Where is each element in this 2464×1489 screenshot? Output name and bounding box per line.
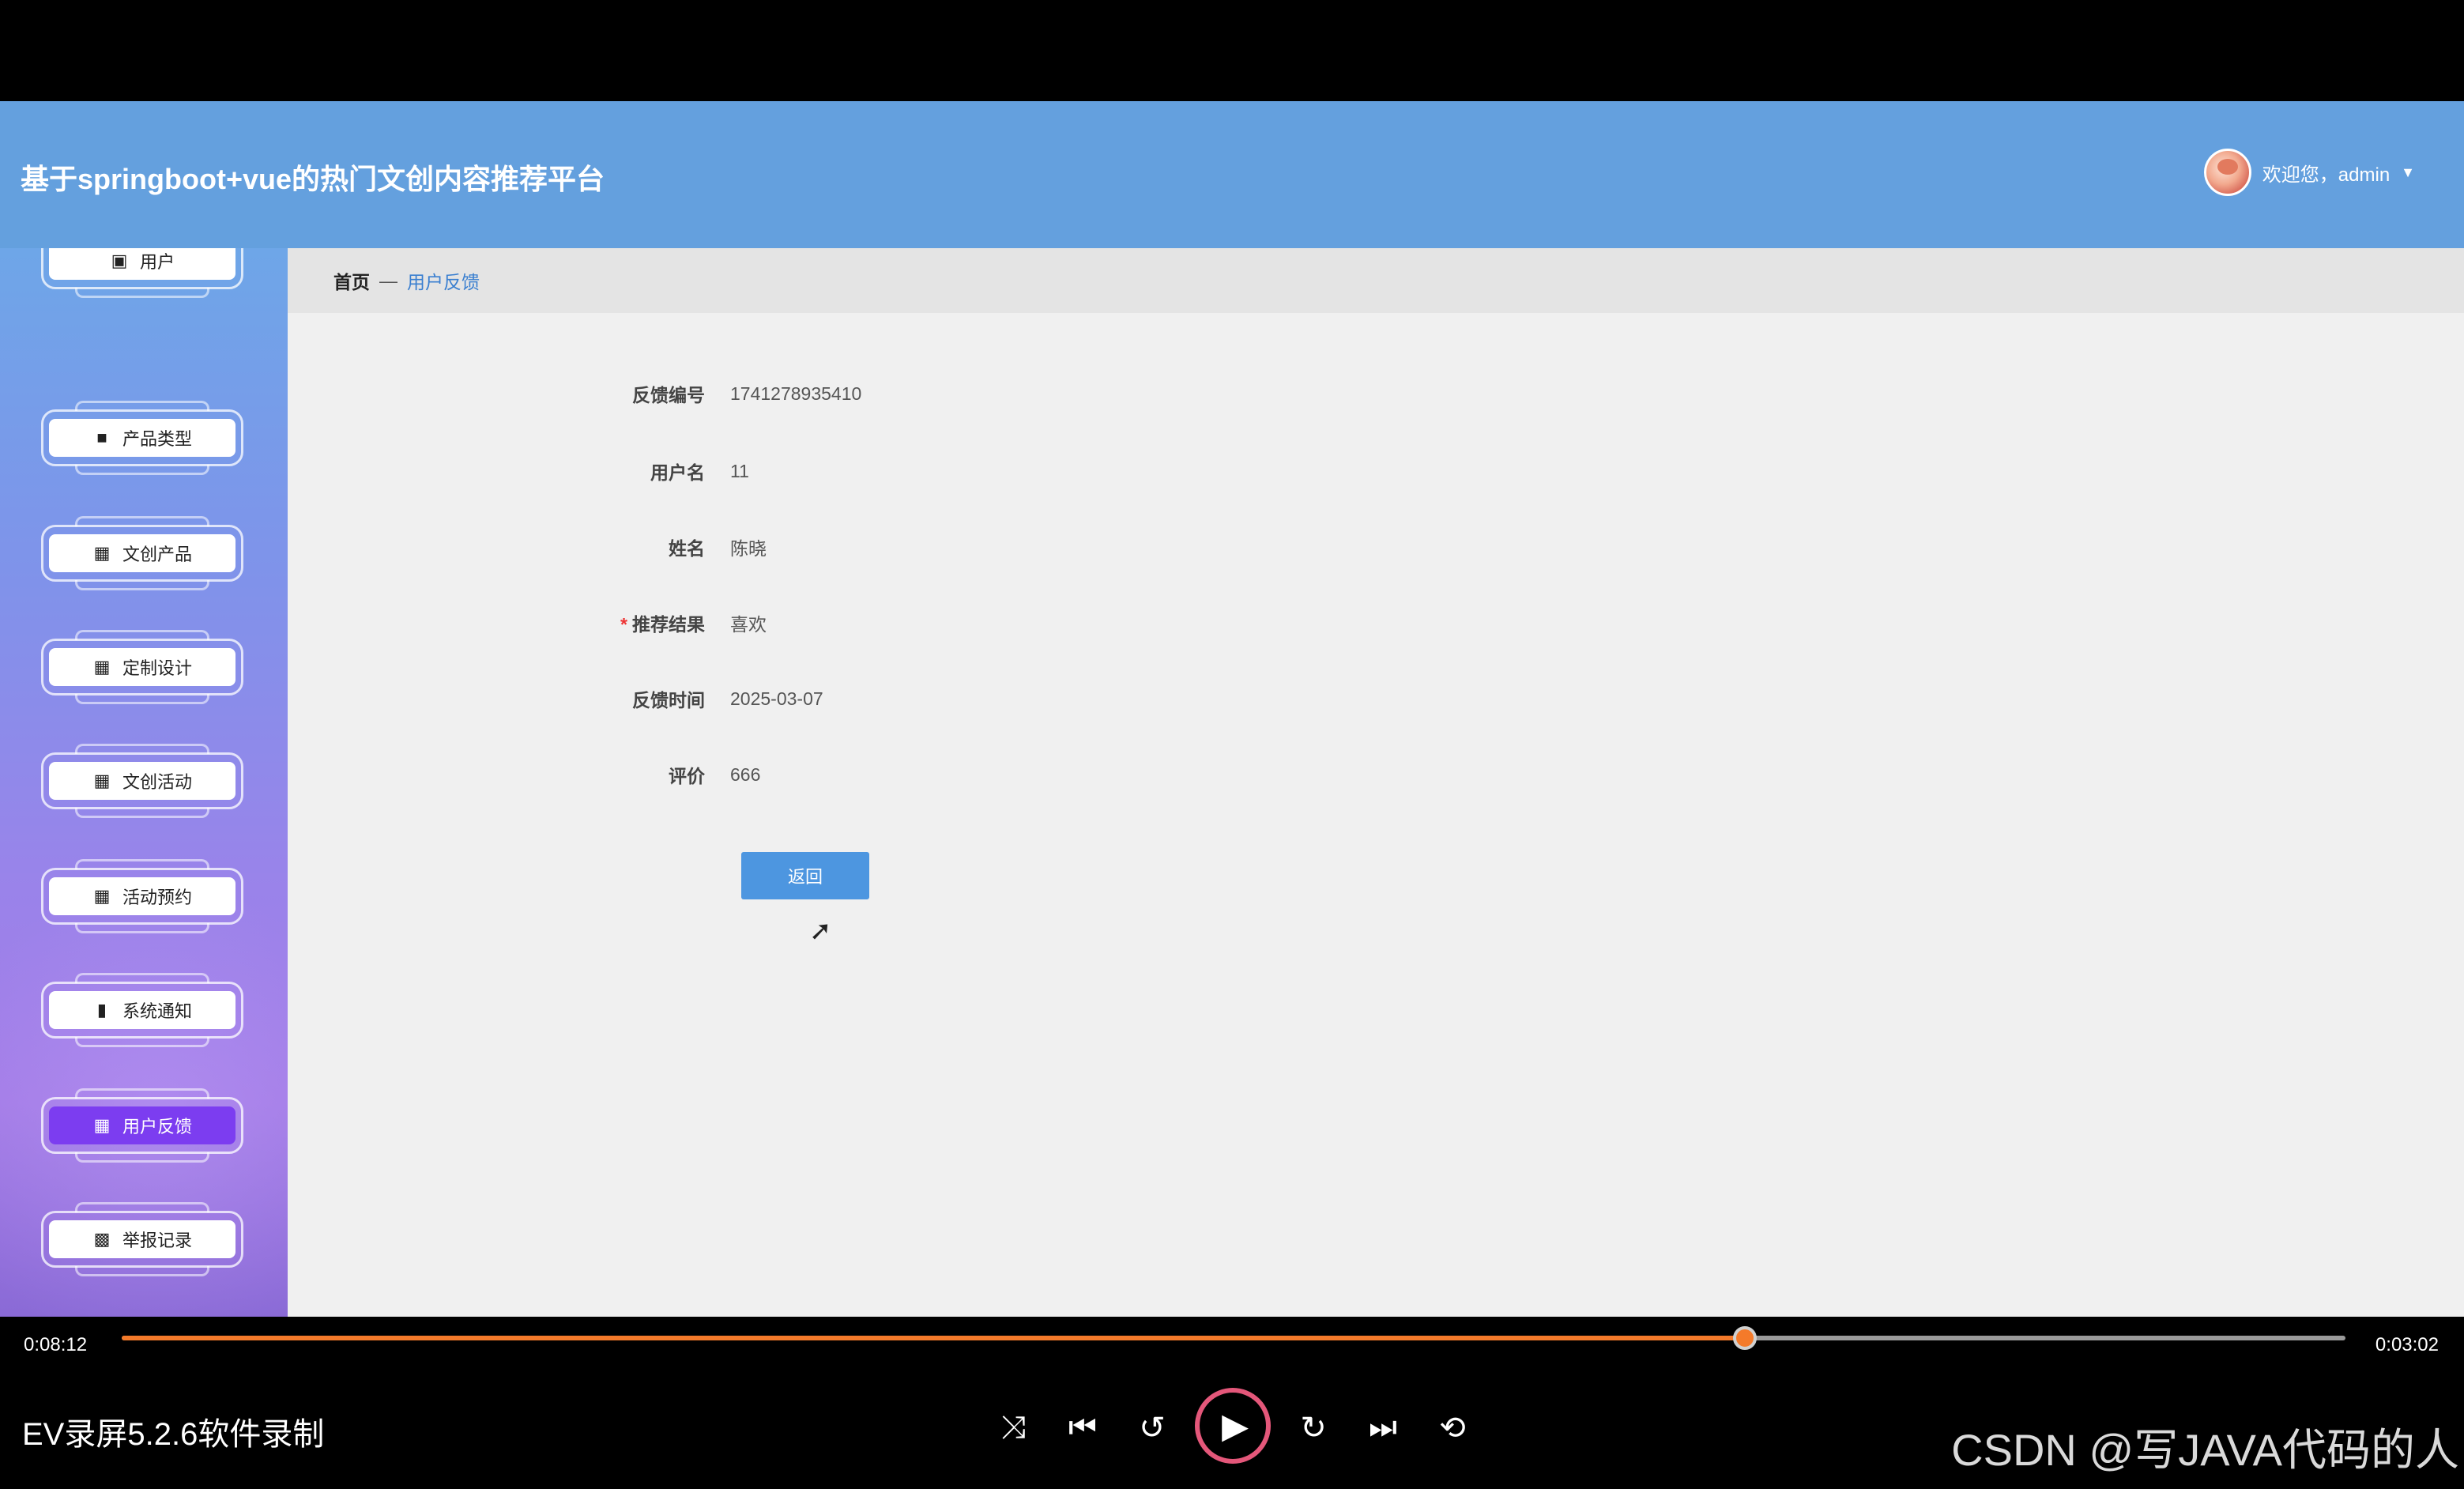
breadcrumb: 首页 — 用户反馈 (288, 248, 2464, 313)
elapsed-time: 0:08:12 (24, 1334, 88, 1355)
grid-icon: ▦ (93, 657, 111, 677)
field-label: 反馈时间 (632, 690, 705, 711)
video-player-bar: 0:08:12 0:03:02 EV录屏5.2.6软件录制 ⤨ ⏮ ↺ ▶ ↻ … (0, 1317, 2464, 1489)
grid-icon: ▦ (93, 543, 111, 563)
sidebar-item-activity-booking[interactable]: ▦ 活动预约 (41, 859, 243, 933)
required-mark: * (620, 614, 627, 635)
sidebar-item-label: 举报记录 (122, 1231, 192, 1250)
mouse-cursor-icon: ➚ (809, 916, 832, 946)
field-label: 用户名 (650, 462, 705, 483)
watermark: CSDN @写JAVA代码的人 (1951, 1425, 2459, 1475)
app-header: 基于springboot+vue的热门文创内容推荐平台 欢迎您，admin ▼ (0, 101, 2464, 248)
sidebar-item-label: 用户 (139, 252, 175, 272)
main-content: 首页 — 用户反馈 反馈编号 1741278935410 用户名 11 姓名 陈… (288, 248, 2464, 1317)
apps-icon: ▩ (93, 1229, 111, 1249)
back-button[interactable]: 返回 (741, 852, 869, 899)
user-menu[interactable]: 欢迎您，admin ▼ (2203, 149, 2415, 196)
rewind-10-icon[interactable]: ↺ (1130, 1410, 1174, 1446)
field-value: 2025-03-07 (730, 688, 823, 709)
field-value: 喜欢 (730, 614, 767, 635)
chevron-down-icon[interactable]: ▼ (2401, 164, 2415, 181)
folder-icon: ■ (96, 428, 107, 447)
field-value: 1741278935410 (730, 383, 862, 404)
field-name: 姓名 陈晓 (288, 531, 1236, 563)
video-top-letterbox (0, 0, 2464, 101)
breadcrumb-current: 用户反馈 (407, 272, 480, 292)
total-time: 0:03:02 (2375, 1334, 2439, 1355)
bar-chart-icon: ▮ (96, 1000, 107, 1020)
field-value: 陈晓 (730, 538, 767, 559)
sidebar-item-users[interactable]: ▣ 用户 (41, 248, 243, 298)
field-label: 评价 (669, 766, 705, 786)
app-title: 基于springboot+vue的热门文创内容推荐平台 (21, 163, 605, 195)
previous-icon[interactable]: ⏮ (1061, 1410, 1105, 1446)
field-value: 11 (730, 460, 749, 481)
grid-icon: ▦ (93, 1115, 111, 1135)
grid-icon: ▦ (93, 771, 111, 790)
sidebar: ▣ 用户 ■ 产品类型 ▦ 文创产品 ▦ 定制设计 ▦ 文创活动 ▦ 活动预约 … (0, 248, 288, 1317)
sidebar-item-label: 产品类型 (122, 429, 192, 449)
field-review: 评价 666 (288, 759, 1236, 790)
avatar[interactable] (2203, 149, 2251, 196)
field-value: 666 (730, 763, 761, 785)
sidebar-item-label: 活动预约 (122, 888, 192, 907)
field-label: 反馈编号 (632, 385, 705, 405)
sidebar-item-report-records[interactable]: ▩ 举报记录 (41, 1202, 243, 1276)
field-label: 姓名 (669, 538, 705, 559)
sidebar-item-user-feedback[interactable]: ▦ 用户反馈 (41, 1088, 243, 1163)
progress-fill (122, 1336, 1746, 1340)
shuffle-icon[interactable]: ⤨ (991, 1410, 1035, 1446)
field-recommend-result: * 推荐结果 喜欢 (288, 607, 1236, 639)
sidebar-item-system-notices[interactable]: ▮ 系统通知 (41, 973, 243, 1047)
sidebar-item-label: 文创产品 (122, 545, 192, 564)
sidebar-item-cultural-activities[interactable]: ▦ 文创活动 (41, 744, 243, 818)
progress-bar[interactable] (122, 1326, 2345, 1350)
user-icon: ▣ (111, 251, 128, 270)
next-icon[interactable]: ⏭ (1361, 1410, 1405, 1446)
forward-30-icon[interactable]: ↻ (1291, 1410, 1336, 1446)
field-feedback-time: 反馈时间 2025-03-07 (288, 683, 1236, 714)
sidebar-item-product-types[interactable]: ■ 产品类型 (41, 401, 243, 475)
breadcrumb-separator: — (379, 270, 397, 291)
sidebar-item-cultural-products[interactable]: ▦ 文创产品 (41, 516, 243, 590)
breadcrumb-home[interactable]: 首页 (333, 267, 370, 294)
sidebar-item-label: 用户反馈 (122, 1117, 192, 1137)
repeat-off-icon[interactable]: ⟲ (1430, 1410, 1475, 1446)
play-button[interactable]: ▶ (1195, 1388, 1271, 1464)
recorder-label: EV录屏5.2.6软件录制 (22, 1417, 325, 1452)
progress-handle[interactable] (1733, 1326, 1758, 1350)
sidebar-item-label: 文创活动 (122, 772, 192, 792)
sidebar-item-custom-design[interactable]: ▦ 定制设计 (41, 630, 243, 704)
welcome-text[interactable]: 欢迎您，admin (2262, 159, 2390, 187)
sidebar-item-label: 系统通知 (122, 1001, 192, 1021)
field-username: 用户名 11 (288, 455, 1236, 487)
grid-icon: ▦ (93, 886, 111, 906)
field-feedback-id: 反馈编号 1741278935410 (288, 378, 1236, 409)
sidebar-item-label: 定制设计 (122, 658, 192, 678)
field-label: * 推荐结果 (620, 614, 705, 635)
